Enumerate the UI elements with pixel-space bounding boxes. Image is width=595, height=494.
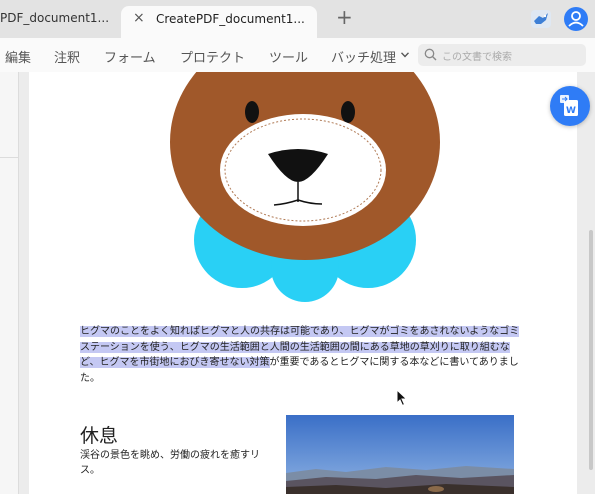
tab-bar: PDF_document1... × CreatePDF_document1..… [0,0,595,38]
section-heading: 休息 [80,425,119,447]
close-icon[interactable]: × [133,10,145,26]
word-convert-icon: W [560,95,578,116]
bird-icon[interactable] [530,8,552,30]
thumbnail-panel[interactable] [0,72,19,494]
tab-title: PDF_document1... [0,11,110,25]
tab-pdf-document[interactable]: PDF_document1... [0,6,116,32]
mouse-cursor-icon [396,389,408,407]
svg-text:W: W [566,106,576,116]
tab-title: CreatePDF_document1... [156,12,305,26]
body-paragraph[interactable]: ヒグマのことをよく知ればヒグマと人の共存は可能であり、ヒグマがゴミをあされないよ… [80,324,520,386]
vertical-scrollbar[interactable] [589,230,593,470]
tab-createpdf-document[interactable]: × CreatePDF_document1... [121,6,317,38]
main-toolbar: 編集 注釈 フォーム プロテクト ツール バッチ処理 この文書で検索 [0,38,595,73]
search-input[interactable]: この文書で検索 [418,44,586,66]
menu-tools[interactable]: ツール [269,47,308,66]
menu-annotate[interactable]: 注釈 [54,47,80,66]
bear-illustration [170,72,440,302]
chevron-down-icon[interactable] [401,52,409,58]
panel-divider [0,157,18,158]
canyon-photo [286,415,514,494]
section-text: 渓谷の景色を眺め、労働の疲れを癒すリス。 [80,450,260,476]
menu-protect[interactable]: プロテクト [180,47,245,66]
search-icon [424,48,437,61]
plus-icon[interactable]: + [336,5,353,29]
canvas-gutter [19,72,29,494]
convert-to-word-button[interactable]: W [550,86,590,126]
menu-batch[interactable]: バッチ処理 [331,47,396,66]
menu-form[interactable]: フォーム [104,47,156,66]
search-placeholder: この文書で検索 [442,52,512,63]
user-icon[interactable] [564,7,588,31]
menu-edit[interactable]: 編集 [5,47,31,66]
